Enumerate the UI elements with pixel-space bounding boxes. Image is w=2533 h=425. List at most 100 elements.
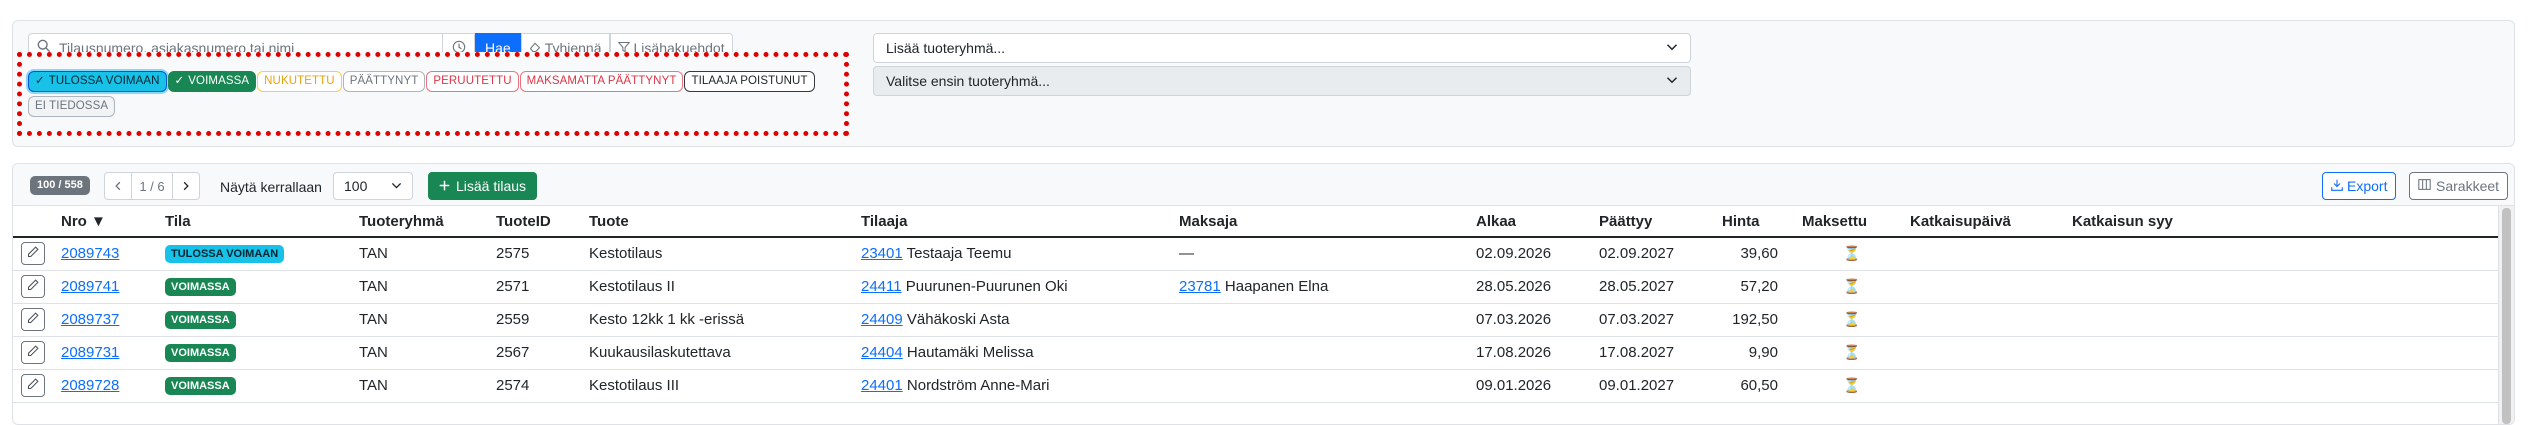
status-cell: VOIMASSA: [161, 270, 355, 304]
edit-button[interactable]: [21, 242, 45, 266]
subscriber-link[interactable]: 24411: [861, 278, 902, 295]
product-select[interactable]: Valitse ensin tuoteryhmä...: [873, 66, 1691, 96]
column-header-hinta[interactable]: Hinta: [1718, 206, 1798, 238]
export-button[interactable]: Export: [2322, 172, 2397, 200]
status-filter-chip[interactable]: PERUUTETTU: [426, 71, 519, 92]
plus-icon: [439, 178, 450, 194]
table-toolbar: 100 / 558 1 / 6 Näytä kerrallaan 100 Lis…: [13, 164, 2514, 206]
order-number-link[interactable]: 2089743: [61, 245, 119, 262]
status-cell: VOIMASSA: [161, 369, 355, 403]
order-number-cell: 2089743: [57, 237, 161, 271]
cutoff-date-cell: [1906, 369, 2068, 403]
cutoff-reason-cell: [2068, 336, 2500, 370]
product-cell: Kuukausilaskutettava: [585, 336, 857, 370]
per-page-label: Näytä kerrallaan: [220, 179, 322, 195]
paid-cell: ⏳: [1798, 336, 1906, 370]
start-date-cell: 02.09.2026: [1472, 237, 1595, 271]
column-header-tilaaja[interactable]: Tilaaja: [857, 206, 1175, 238]
edit-button[interactable]: [21, 341, 45, 364]
paid-cell: ⏳: [1798, 237, 1906, 271]
add-order-button[interactable]: Lisää tilaus: [428, 172, 538, 200]
column-header-alkaa[interactable]: Alkaa: [1472, 206, 1595, 238]
product-id-cell: 2559: [492, 303, 585, 337]
order-number-link[interactable]: 2089737: [61, 311, 119, 328]
column-header-tuoteryhma[interactable]: Tuoteryhmä: [355, 206, 492, 238]
order-number-cell: 2089737: [57, 303, 161, 337]
column-header-maksaja[interactable]: Maksaja: [1175, 206, 1472, 238]
hourglass-icon: ⏳: [1843, 245, 1861, 262]
table-row[interactable]: 2089731 VOIMASSA TAN 2567 Kuukausilaskutetta…: [13, 336, 2500, 370]
cutoff-reason-cell: [2068, 369, 2500, 403]
hourglass-icon: ⏳: [1843, 377, 1861, 393]
edit-button[interactable]: [21, 308, 45, 331]
subscriber-cell: 23401 Testaaja Teemu: [857, 237, 1175, 271]
status-cell: TULOSSA VOIMAAN: [161, 237, 355, 271]
status-filter-chip[interactable]: ✓ VOIMASSA: [167, 71, 257, 92]
status-filter-chip[interactable]: NUKUTETTU: [257, 71, 342, 92]
status-badge: VOIMASSA: [165, 278, 236, 296]
table-header-row: Nro ▼ Tila Tuoteryhmä TuoteID Tuote Tila…: [13, 206, 2500, 238]
per-page-select[interactable]: 100: [333, 172, 413, 200]
subscriber-link[interactable]: 24401: [861, 377, 903, 394]
column-header-tila[interactable]: Tila: [161, 206, 355, 238]
subscriber-link[interactable]: 23401: [861, 245, 903, 262]
subscriber-link[interactable]: 24404: [861, 344, 903, 361]
table-row[interactable]: 2089743 TULOSSA VOIMAAN TAN 2575 Kestotilaus…: [13, 237, 2500, 271]
scrollbar-thumb[interactable]: [2502, 208, 2511, 424]
column-header-paattyy[interactable]: Päättyy: [1595, 206, 1718, 238]
start-date-cell: 17.08.2026: [1472, 336, 1595, 370]
start-date-cell: 09.01.2026: [1472, 369, 1595, 403]
order-number-link[interactable]: 2089741: [61, 278, 119, 295]
column-header-katkaisupaiva[interactable]: Katkaisupäivä: [1906, 206, 2068, 238]
chevron-down-icon: [1666, 74, 1678, 89]
table-scrollbar[interactable]: [2498, 206, 2514, 424]
cutoff-reason-cell: [2068, 237, 2500, 271]
edit-button[interactable]: [21, 275, 45, 298]
payer-link[interactable]: 23781: [1179, 278, 1221, 295]
product-group-select[interactable]: Lisää tuoteryhmä...: [873, 33, 1691, 63]
columns-icon: [2418, 178, 2431, 194]
export-label: Export: [2347, 178, 2388, 194]
status-filter-chip[interactable]: MAKSAMATTA PÄÄTTYNYT: [519, 71, 684, 92]
status-filter-chip[interactable]: TILAAJA POISTUNUT: [684, 71, 815, 92]
product-group-cell: TAN: [355, 270, 492, 304]
status-filter-chip[interactable]: PÄÄTTYNYT: [342, 71, 426, 92]
price-cell: 60,50: [1718, 369, 1798, 403]
status-filter-chip[interactable]: EI TIEDOSSA: [28, 96, 116, 117]
column-header-tuoteid[interactable]: TuoteID: [492, 206, 585, 238]
order-number-link[interactable]: 2089728: [61, 377, 119, 394]
table-row[interactable]: 2089728 VOIMASSA TAN 2574 Kestotilaus III 244…: [13, 369, 2500, 403]
subscriber-name: Nordström Anne-Mari: [906, 377, 1050, 394]
start-date-cell: 07.03.2026: [1472, 303, 1595, 337]
payer-cell: —: [1175, 237, 1472, 271]
previous-page-button[interactable]: [104, 172, 132, 200]
status-filter-chip[interactable]: ✓ TULOSSA VOIMAAN: [28, 71, 167, 92]
check-icon: ✓: [174, 75, 185, 87]
subscriber-link[interactable]: 24409: [861, 311, 903, 328]
next-page-button[interactable]: [172, 172, 200, 200]
subscriber-cell: 24409 Vähäkoski Asta: [857, 303, 1175, 337]
end-date-cell: 28.05.2027: [1595, 270, 1718, 304]
column-header-maksettu[interactable]: Maksettu: [1798, 206, 1906, 238]
end-date-cell: 17.08.2027: [1595, 336, 1718, 370]
column-header-katkaisun-syy[interactable]: Katkaisun syy: [2068, 206, 2500, 238]
edit-button[interactable]: [21, 374, 45, 397]
column-header-nro[interactable]: Nro ▼: [57, 206, 161, 238]
pencil-icon: [27, 278, 39, 295]
price-cell: 39,60: [1718, 237, 1798, 271]
table-row[interactable]: 2089737 VOIMASSA TAN 2559 Kesto 12kk 1 kk -e…: [13, 303, 2500, 337]
columns-button[interactable]: Sarakkeet: [2409, 172, 2509, 200]
status-filter-label: PÄÄTTYNYT: [349, 75, 419, 87]
order-number-link[interactable]: 2089731: [61, 344, 119, 361]
column-header-tuote[interactable]: Tuote: [585, 206, 857, 238]
hourglass-icon: ⏳: [1843, 311, 1861, 327]
cutoff-date-cell: [1906, 237, 2068, 271]
paid-cell: ⏳: [1798, 303, 1906, 337]
cutoff-date-cell: [1906, 303, 2068, 337]
table-row[interactable]: 2089741 VOIMASSA TAN 2571 Kestotilaus II 2441…: [13, 270, 2500, 304]
cutoff-date-cell: [1906, 270, 2068, 304]
chevron-down-icon: [1666, 41, 1678, 56]
page-indicator: 1 / 6: [132, 172, 172, 200]
product-cell: Kesto 12kk 1 kk -erissä: [585, 303, 857, 337]
status-filter-label: MAKSAMATTA PÄÄTTYNYT: [526, 75, 677, 87]
